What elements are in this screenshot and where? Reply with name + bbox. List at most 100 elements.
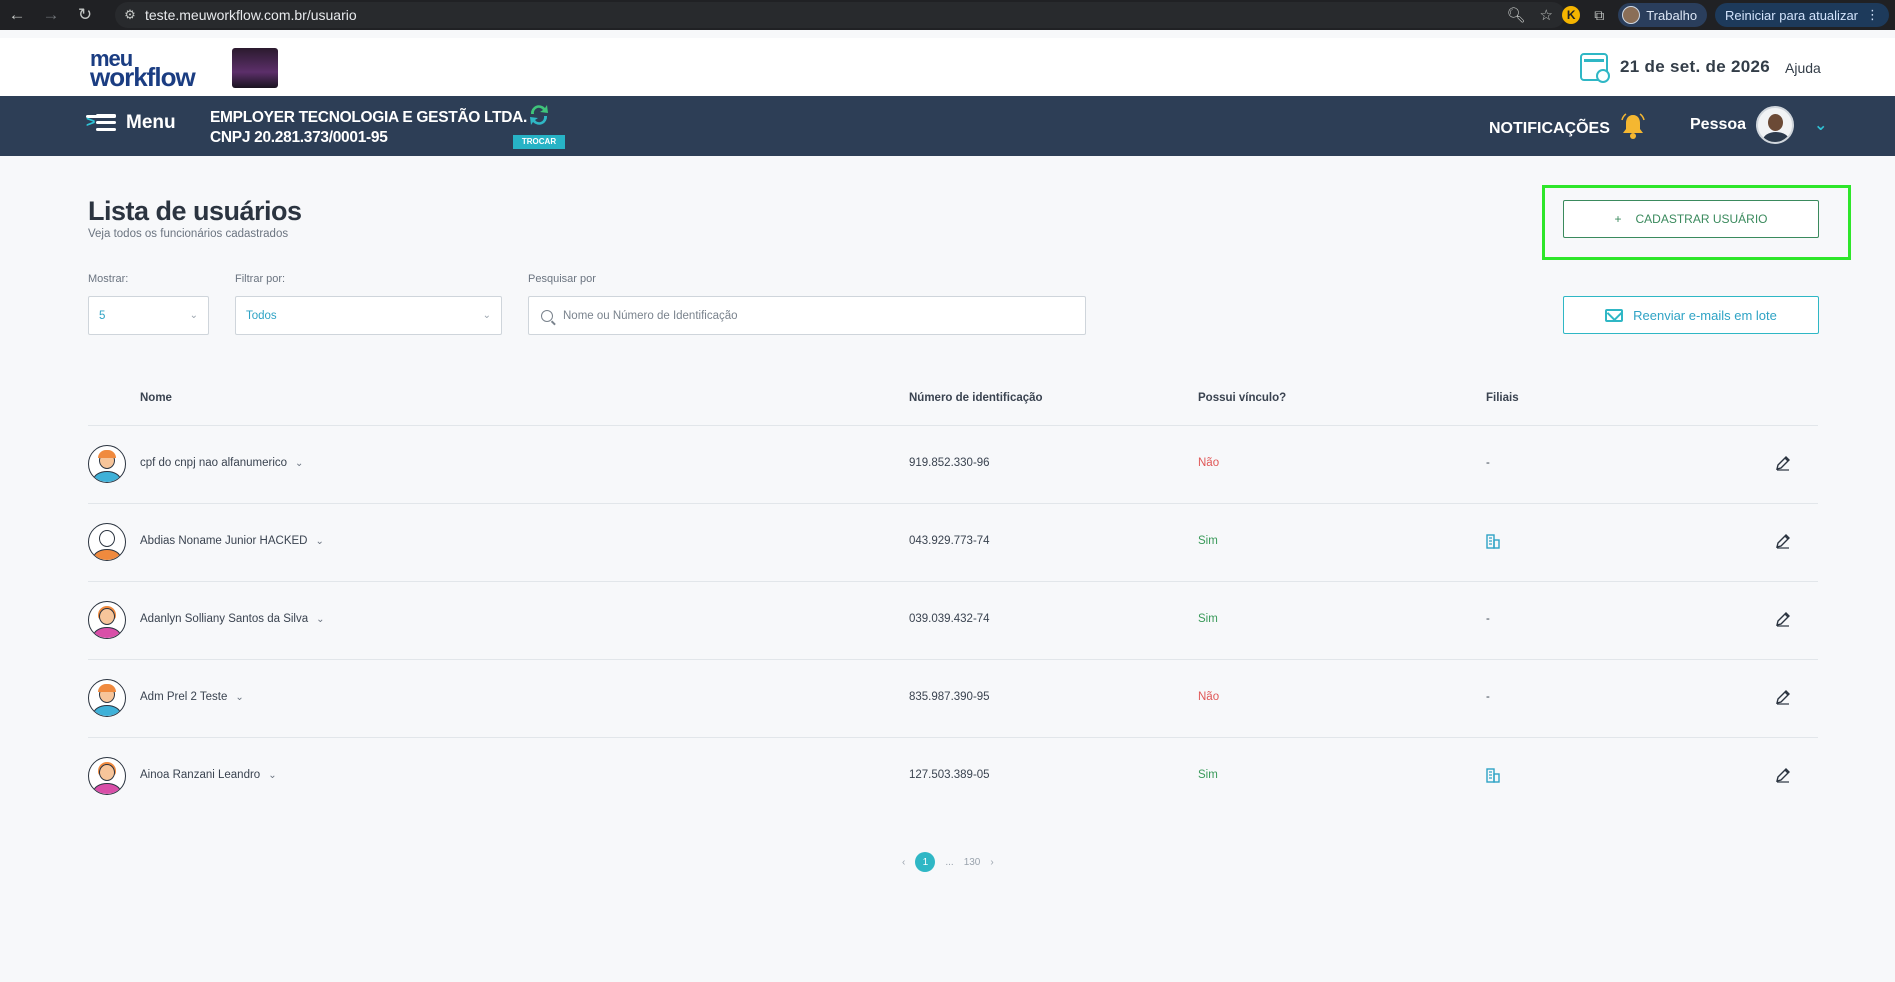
edit-pencil-icon[interactable] bbox=[1775, 767, 1791, 783]
column-header-id: Número de identificação bbox=[909, 392, 1043, 404]
notifications-button[interactable]: NOTIFICAÇÕES bbox=[1489, 113, 1648, 144]
menu-button[interactable]: > Menu bbox=[86, 112, 176, 134]
register-user-label: CADASTRAR USUÁRIO bbox=[1635, 212, 1768, 226]
show-label: Mostrar: bbox=[88, 273, 129, 285]
site-settings-icon[interactable]: ⚙ bbox=[115, 7, 145, 23]
user-name-toggle[interactable]: Adanlyn Solliany Santos da Silva ⌄ bbox=[140, 613, 325, 625]
show-value: 5 bbox=[99, 309, 106, 322]
chevron-down-icon: ⌄ bbox=[315, 536, 324, 547]
user-name-toggle[interactable]: Ainoa Ranzani Leandro ⌄ bbox=[140, 769, 277, 781]
help-link[interactable]: Ajuda bbox=[1785, 60, 1821, 76]
reload-icon[interactable]: ↻ bbox=[68, 0, 102, 30]
user-name-toggle[interactable]: cpf do cnpj nao alfanumerico ⌄ bbox=[140, 457, 303, 469]
pagination: ‹ 1 ... 130 › bbox=[902, 852, 994, 872]
search-label: Pesquisar por bbox=[528, 273, 596, 285]
filter-value: Todos bbox=[246, 309, 277, 322]
chevron-down-icon: ⌄ bbox=[235, 692, 244, 703]
chevron-down-icon: ⌄ bbox=[295, 458, 304, 469]
company-logo bbox=[232, 48, 278, 88]
profile-avatar bbox=[1622, 6, 1641, 24]
search-icon bbox=[541, 309, 553, 322]
search-input[interactable] bbox=[563, 309, 1043, 322]
resend-emails-button[interactable]: Reenviar e-mails em lote bbox=[1563, 296, 1819, 334]
id-number: 835.987.390-95 bbox=[909, 691, 990, 703]
pagination-next[interactable]: › bbox=[990, 857, 993, 868]
building-icon[interactable] bbox=[1485, 533, 1501, 549]
notifications-label: NOTIFICAÇÕES bbox=[1489, 120, 1610, 137]
has-link-value: Não bbox=[1198, 691, 1220, 703]
current-date: 21 de set. de 2026 bbox=[1620, 57, 1770, 76]
chevron-down-icon: ⌄ bbox=[268, 770, 277, 781]
user-avatar-icon bbox=[88, 601, 126, 639]
id-number: 919.852.330-96 bbox=[909, 457, 990, 469]
menu-icon: > bbox=[86, 112, 116, 134]
app-header: meu workflow 21 de set. de 2026 Ajuda bbox=[0, 38, 1895, 96]
update-button[interactable]: Reiniciar para atualizar ⋮ bbox=[1715, 3, 1889, 27]
switch-company-button[interactable]: TROCAR bbox=[513, 99, 565, 151]
edit-pencil-icon[interactable] bbox=[1775, 455, 1791, 471]
bell-icon bbox=[1621, 113, 1645, 139]
id-number: 039.039.432-74 bbox=[909, 613, 990, 625]
calendar-icon bbox=[1580, 53, 1610, 83]
url-text: teste.meuworkflow.com.br/usuario bbox=[145, 7, 357, 23]
pagination-ellipsis: ... bbox=[945, 856, 954, 868]
extensions-puzzle-icon[interactable]: ⧉ bbox=[1588, 4, 1610, 26]
extension-icon[interactable]: K bbox=[1562, 6, 1581, 24]
resend-emails-label: Reenviar e-mails em lote bbox=[1633, 307, 1777, 323]
page-last-button[interactable]: 130 bbox=[964, 857, 981, 868]
column-header-branches: Filiais bbox=[1486, 392, 1519, 404]
user-avatar bbox=[1756, 106, 1795, 144]
filter-select[interactable]: Todos ⌄ bbox=[235, 296, 502, 335]
chevron-down-icon: ⌄ bbox=[189, 310, 198, 321]
edit-pencil-icon[interactable] bbox=[1775, 611, 1791, 627]
user-menu[interactable]: Pessoa ⌄ bbox=[1690, 106, 1827, 144]
back-icon[interactable]: ← bbox=[0, 0, 34, 30]
column-header-name: Nome bbox=[140, 392, 172, 404]
main-nav-bar: > Menu EMPLOYER TECNOLOGIA E GESTÃO LTDA… bbox=[0, 96, 1895, 156]
meuworkflow-logo[interactable]: meu workflow bbox=[90, 48, 210, 91]
address-bar[interactable]: ⚙ teste.meuworkflow.com.br/usuario 🔍︎ ☆ bbox=[115, 2, 1565, 28]
search-field[interactable] bbox=[528, 296, 1086, 335]
has-link-value: Sim bbox=[1198, 769, 1218, 781]
edit-pencil-icon[interactable] bbox=[1775, 689, 1791, 705]
filter-label: Filtrar por: bbox=[235, 273, 286, 285]
profile-label: Trabalho bbox=[1646, 7, 1698, 23]
menu-label: Menu bbox=[126, 112, 176, 133]
company-name: EMPLOYER TECNOLOGIA E GESTÃO LTDA. bbox=[210, 109, 528, 126]
branches-value: - bbox=[1486, 613, 1490, 625]
branches-value: - bbox=[1486, 691, 1490, 703]
show-select[interactable]: 5 ⌄ bbox=[88, 296, 209, 335]
pagination-prev[interactable]: ‹ bbox=[902, 857, 905, 868]
profile-chip[interactable]: Trabalho bbox=[1618, 3, 1708, 27]
register-user-button[interactable]: + CADASTRAR USUÁRIO bbox=[1563, 200, 1819, 238]
switch-label: TROCAR bbox=[513, 135, 565, 149]
mail-icon bbox=[1605, 308, 1624, 322]
has-link-value: Sim bbox=[1198, 535, 1218, 547]
date-display: 21 de set. de 2026 bbox=[1580, 53, 1770, 83]
table-header: Nome Número de identificação Possui vínc… bbox=[88, 390, 1818, 426]
page-subtitle: Veja todos os funcionários cadastrados bbox=[88, 228, 289, 240]
id-number: 127.503.389-05 bbox=[909, 769, 990, 781]
table-row: Adm Prel 2 Teste ⌄ 835.987.390-95 Não - bbox=[88, 660, 1818, 738]
user-avatar-icon bbox=[88, 757, 126, 795]
browser-toolbar: ← → ↻ ⚙ teste.meuworkflow.com.br/usuario… bbox=[0, 0, 1895, 30]
user-name-toggle[interactable]: Adm Prel 2 Teste ⌄ bbox=[140, 691, 244, 703]
bookmark-star-icon[interactable]: ☆ bbox=[1540, 6, 1553, 24]
company-info: EMPLOYER TECNOLOGIA E GESTÃO LTDA. CNPJ … bbox=[210, 108, 527, 148]
branches-value: - bbox=[1486, 457, 1490, 469]
table-row: cpf do cnpj nao alfanumerico ⌄ 919.852.33… bbox=[88, 426, 1818, 504]
plus-icon: + bbox=[1614, 212, 1622, 226]
page-title: Lista de usuários bbox=[88, 196, 302, 226]
chevron-down-icon: ⌄ bbox=[316, 614, 325, 625]
forward-icon[interactable]: → bbox=[34, 0, 68, 30]
user-name-toggle[interactable]: Abdias Noname Junior HACKED ⌄ bbox=[140, 535, 324, 547]
update-label: Reiniciar para atualizar bbox=[1725, 7, 1858, 23]
page-1-button[interactable]: 1 bbox=[915, 852, 936, 872]
edit-pencil-icon[interactable] bbox=[1775, 533, 1791, 549]
more-menu-icon[interactable]: ⋮ bbox=[1866, 7, 1879, 23]
zoom-icon[interactable]: 🔍︎ bbox=[1507, 6, 1526, 24]
building-icon[interactable] bbox=[1485, 767, 1501, 783]
table-row: Ainoa Ranzani Leandro ⌄ 127.503.389-05 Si… bbox=[88, 738, 1818, 816]
chevron-down-icon: ⌄ bbox=[482, 310, 491, 321]
user-avatar-icon bbox=[88, 523, 126, 561]
